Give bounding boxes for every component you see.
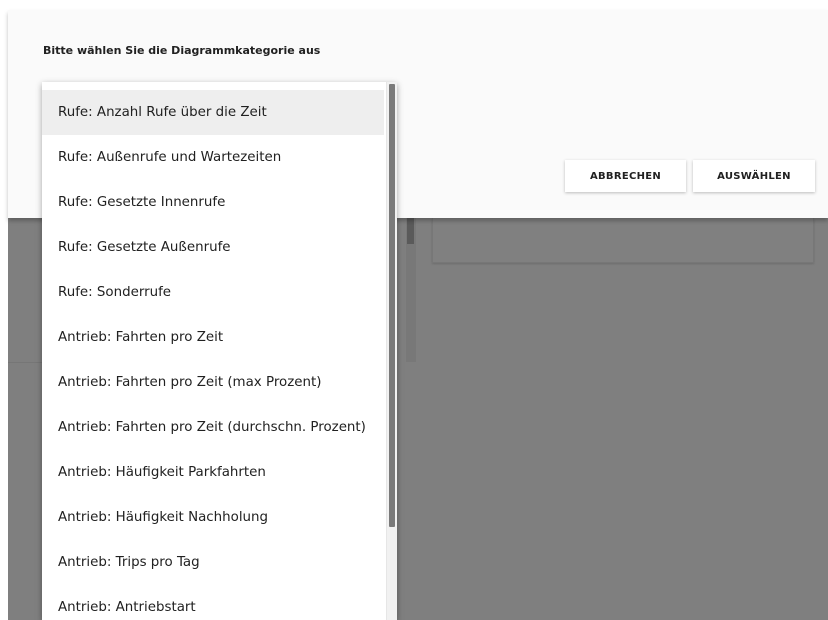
screen: Bitte wählen Sie die Diagrammkategorie a…: [0, 0, 828, 620]
dropdown-option[interactable]: Antrieb: Häufigkeit Parkfahrten: [42, 450, 384, 495]
dropdown-option[interactable]: Antrieb: Fahrten pro Zeit (durchschn. Pr…: [42, 405, 384, 450]
dropdown-option[interactable]: Antrieb: Fahrten pro Zeit: [42, 315, 384, 360]
dropdown-option[interactable]: Antrieb: Häufigkeit Nachholung: [42, 495, 384, 540]
dropdown-scrollbar-thumb[interactable]: [389, 84, 395, 527]
dropdown-option[interactable]: Antrieb: Antriebstart: [42, 585, 384, 620]
background-scrollbar-thumb: [407, 218, 414, 244]
dropdown-option[interactable]: Rufe: Anzahl Rufe über die Zeit: [42, 90, 384, 135]
dropdown-option[interactable]: Antrieb: Fahrten pro Zeit (max Prozent): [42, 360, 384, 405]
cancel-button[interactable]: ABBRECHEN: [565, 160, 686, 192]
dropdown-option[interactable]: Rufe: Außenrufe und Wartezeiten: [42, 135, 384, 180]
dropdown-option[interactable]: Rufe: Gesetzte Außenrufe: [42, 225, 384, 270]
dialog-title: Bitte wählen Sie die Diagrammkategorie a…: [43, 44, 321, 57]
background-card: [432, 218, 814, 263]
dropdown-option[interactable]: Rufe: Sonderrufe: [42, 270, 384, 315]
dropdown-option[interactable]: Antrieb: Trips pro Tag: [42, 540, 384, 585]
dropdown-option[interactable]: Rufe: Gesetzte Innenrufe: [42, 180, 384, 225]
dropdown-scrollbar[interactable]: [386, 82, 397, 620]
category-dropdown-list[interactable]: Rufe: Anzahl Rufe über die Zeit Rufe: Au…: [42, 82, 397, 620]
select-button[interactable]: AUSWÄHLEN: [693, 160, 815, 192]
